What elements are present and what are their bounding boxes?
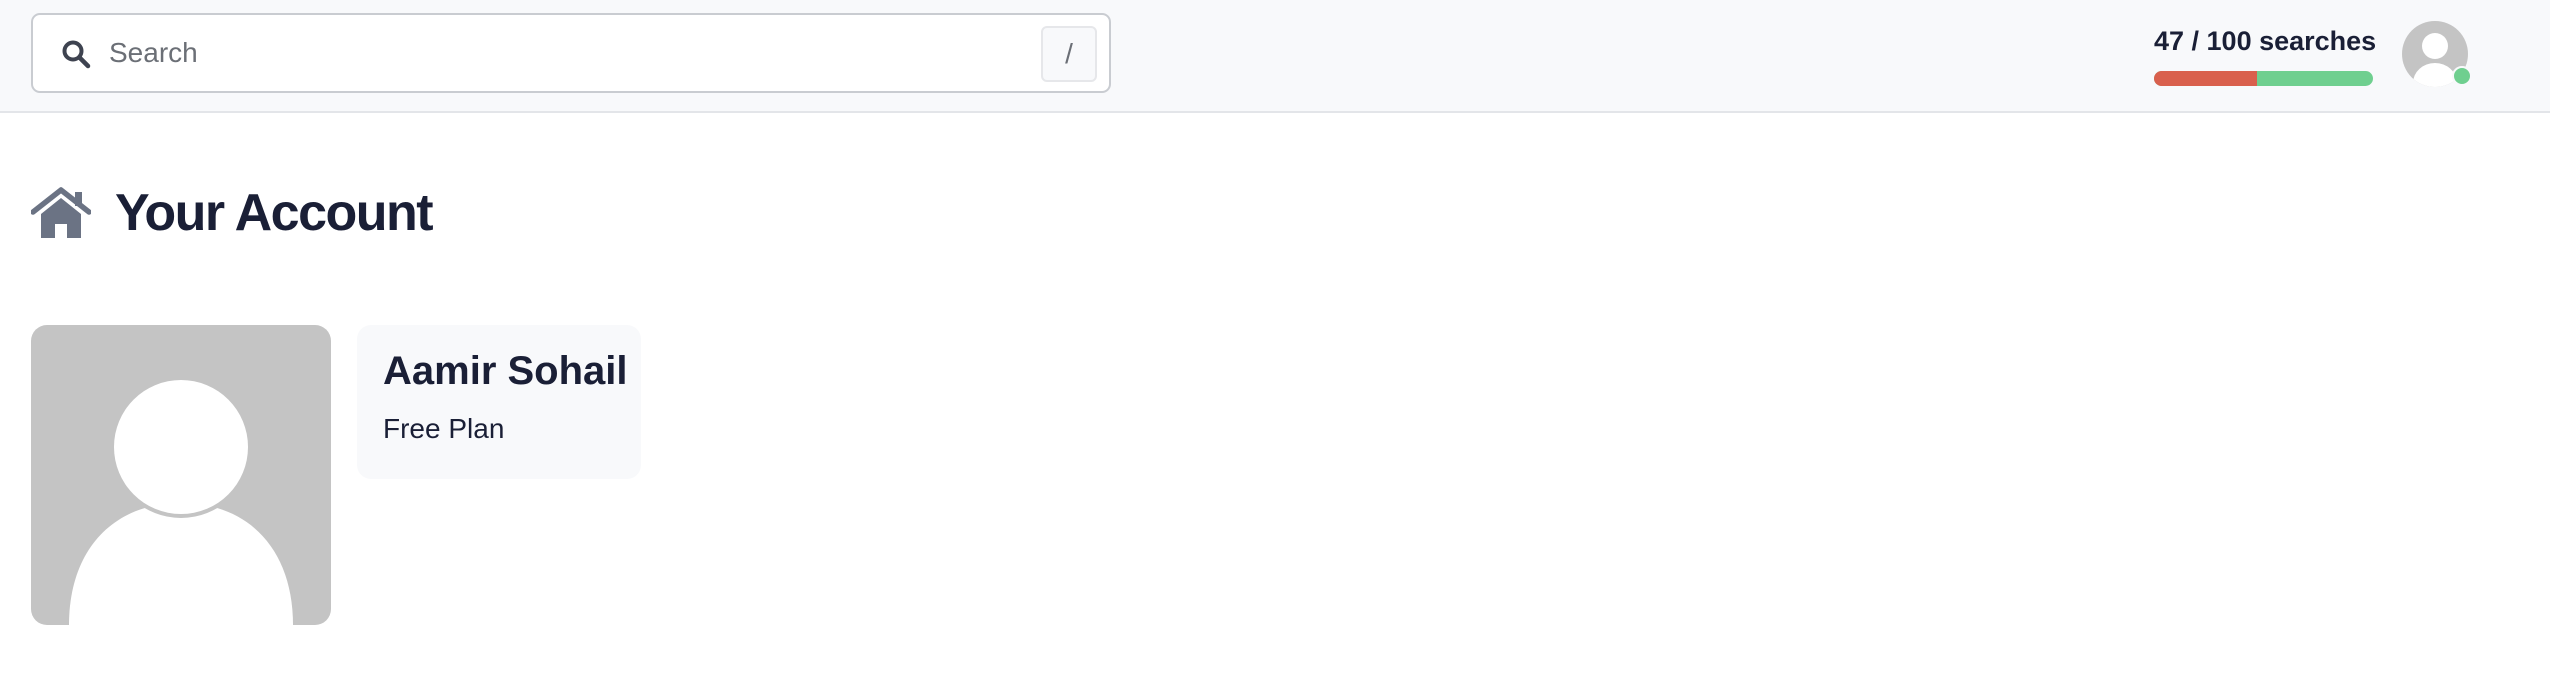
search-usage-bar bbox=[2154, 71, 2373, 86]
search-shortcut-hint: / bbox=[1041, 26, 1097, 82]
profile-plan: Free Plan bbox=[383, 413, 505, 444]
profile-name: Aamir Sohail bbox=[383, 349, 628, 393]
online-status-indicator bbox=[2452, 66, 2472, 86]
search-usage-label: 47 / 100 searches bbox=[2154, 26, 2377, 56]
top-bar: / 47 / 100 searches bbox=[0, 0, 2550, 113]
profile-card: Aamir Sohail Free Plan bbox=[357, 325, 641, 479]
profile-photo bbox=[31, 325, 331, 625]
search-input[interactable] bbox=[109, 29, 1039, 77]
default-avatar-icon bbox=[69, 376, 293, 625]
search-box[interactable]: / bbox=[31, 13, 1111, 93]
page-heading: Your Account bbox=[31, 178, 434, 248]
search-usage-bar-fill bbox=[2154, 71, 2257, 86]
page-title: Your Account bbox=[115, 184, 434, 242]
search-icon bbox=[62, 40, 91, 69]
home-icon bbox=[31, 187, 91, 238]
